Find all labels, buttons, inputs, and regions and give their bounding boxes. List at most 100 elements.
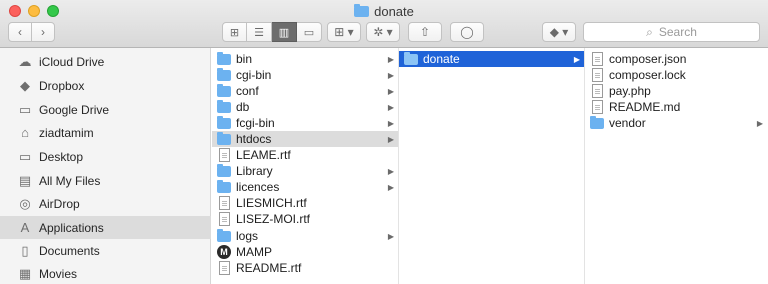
chevron-right-icon: ▶ bbox=[387, 182, 394, 192]
item-name: logs bbox=[236, 229, 259, 243]
airdrop-icon: ◎ bbox=[19, 195, 31, 211]
list-item-fcgi-bin[interactable]: fcgi-bin ▶ bbox=[212, 115, 398, 131]
sidebar-item-icloud-drive[interactable]: ☁ iCloud Drive bbox=[0, 50, 211, 73]
column-2: donate ▶ bbox=[399, 48, 585, 284]
share-button[interactable]: ⇧ bbox=[408, 22, 442, 42]
document-icon bbox=[219, 148, 230, 162]
sidebar-item-movies[interactable]: ▦ Movies bbox=[0, 262, 211, 284]
document-icon bbox=[592, 68, 603, 82]
all-files-icon: ▤ bbox=[18, 172, 32, 188]
item-name: composer.lock bbox=[609, 68, 686, 82]
sidebar-item-label: Google Drive bbox=[39, 102, 110, 117]
finder-window: donate ‹ › ⊞ ☰ ▥ ▭ ⊞ ▾ ✲ ▾ ⇧ ◯ ◆ ▾ ⌕ Sea… bbox=[0, 0, 768, 284]
document-icon bbox=[219, 196, 230, 210]
list-item-mamp[interactable]: M MAMP bbox=[212, 244, 398, 260]
list-item-logs[interactable]: logs ▶ bbox=[212, 228, 398, 244]
sidebar-item-applications[interactable]: A Applications bbox=[0, 216, 211, 239]
list-item-composer-json[interactable]: composer.json bbox=[585, 51, 768, 67]
item-name: cgi-bin bbox=[236, 68, 272, 82]
item-name: conf bbox=[236, 84, 259, 98]
dropbox-button[interactable]: ◆ ▾ bbox=[542, 22, 576, 42]
chevron-right-icon: ▶ bbox=[756, 118, 763, 128]
folder-icon bbox=[217, 115, 231, 129]
item-name: Library bbox=[236, 164, 273, 178]
document-icon bbox=[219, 212, 230, 226]
chevron-right-icon: ▶ bbox=[387, 118, 394, 128]
list-item-leame[interactable]: LEAME.rtf bbox=[212, 147, 398, 163]
sidebar-item-label: iCloud Drive bbox=[39, 54, 105, 69]
applications-icon: A bbox=[20, 220, 30, 235]
film-icon: ▦ bbox=[18, 265, 32, 281]
list-item-liesmich[interactable]: LIESMICH.rtf bbox=[212, 195, 398, 211]
tag-button[interactable]: ◯ bbox=[450, 22, 484, 42]
column-3: composer.json composer.lock pay.php READ… bbox=[585, 48, 768, 284]
folder-icon bbox=[590, 115, 604, 129]
item-name: MAMP bbox=[236, 245, 272, 259]
toolbar: donate ‹ › ⊞ ☰ ▥ ▭ ⊞ ▾ ✲ ▾ ⇧ ◯ ◆ ▾ ⌕ Sea… bbox=[0, 0, 768, 48]
list-item-conf[interactable]: conf ▶ bbox=[212, 83, 398, 99]
folder-icon bbox=[217, 51, 231, 65]
list-item-bin[interactable]: bin ▶ bbox=[212, 51, 398, 67]
list-item-composer-lock[interactable]: composer.lock bbox=[585, 67, 768, 83]
window-title-label: donate bbox=[374, 3, 414, 19]
column-view-button[interactable]: ▥ bbox=[272, 22, 297, 42]
column-1: bin ▶ cgi-bin ▶ conf ▶ db ▶ fcgi-bin ▶ h… bbox=[212, 48, 399, 284]
sidebar-item-desktop[interactable]: ▭ Desktop bbox=[0, 145, 211, 168]
sidebar-item-documents[interactable]: ▯ Documents bbox=[0, 239, 211, 262]
sidebar-item-label: AirDrop bbox=[39, 196, 80, 211]
sidebar-item-airdrop[interactable]: ◎ AirDrop bbox=[0, 192, 211, 215]
list-item-cgi-bin[interactable]: cgi-bin ▶ bbox=[212, 67, 398, 83]
sidebar-item-ziadtamim[interactable]: ⌂ ziadtamim bbox=[0, 121, 211, 144]
item-name: composer.json bbox=[609, 52, 687, 66]
item-name: pay.php bbox=[609, 84, 651, 98]
home-icon: ⌂ bbox=[21, 125, 29, 140]
item-name: vendor bbox=[609, 116, 646, 130]
item-name: LEAME.rtf bbox=[236, 148, 291, 162]
cover-flow-button[interactable]: ▭ bbox=[297, 22, 322, 42]
chevron-right-icon: ▶ bbox=[387, 86, 394, 96]
sidebar-item-label: Movies bbox=[39, 266, 78, 281]
item-name: README.rtf bbox=[236, 261, 302, 275]
arrange-button[interactable]: ⊞ ▾ bbox=[327, 22, 361, 42]
list-item-readme-rtf[interactable]: README.rtf bbox=[212, 260, 398, 276]
tag-icon: ◯ bbox=[460, 25, 474, 39]
document-icon: ▯ bbox=[21, 242, 29, 258]
item-name: LISEZ-MOI.rtf bbox=[236, 212, 311, 226]
document-icon bbox=[592, 100, 603, 114]
search-icon: ⌕ bbox=[646, 24, 653, 39]
share-icon: ⇧ bbox=[419, 25, 431, 39]
folder-icon bbox=[354, 3, 370, 17]
item-name: db bbox=[236, 100, 250, 114]
list-item-pay-php[interactable]: pay.php bbox=[585, 83, 768, 99]
list-item-lisez-moi[interactable]: LISEZ-MOI.rtf bbox=[212, 211, 398, 227]
document-icon bbox=[592, 52, 603, 66]
action-button[interactable]: ✲ ▾ bbox=[366, 22, 400, 42]
icon-view-button[interactable]: ⊞ bbox=[222, 22, 247, 42]
search-input[interactable]: ⌕ Search bbox=[583, 22, 760, 42]
list-item-htdocs[interactable]: htdocs ▶ bbox=[212, 131, 398, 147]
list-item-readme-md[interactable]: README.md bbox=[585, 99, 768, 115]
sidebar-item-label: ziadtamim bbox=[39, 125, 94, 140]
mamp-app-icon: M bbox=[217, 245, 231, 259]
list-view-button[interactable]: ☰ bbox=[247, 22, 272, 42]
list-item-vendor[interactable]: vendor ▶ bbox=[585, 115, 768, 131]
list-item-library[interactable]: Library ▶ bbox=[212, 163, 398, 179]
sidebar-item-all-my-files[interactable]: ▤ All My Files bbox=[0, 169, 211, 192]
chevron-left-icon: ‹ bbox=[18, 25, 22, 39]
chevron-right-icon: ▶ bbox=[387, 54, 394, 64]
sidebar-item-google-drive[interactable]: ▭ Google Drive bbox=[0, 98, 211, 121]
chevron-right-icon: ▶ bbox=[573, 54, 580, 64]
view-mode-switcher: ⊞ ☰ ▥ ▭ bbox=[222, 22, 322, 42]
list-item-licences[interactable]: licences ▶ bbox=[212, 179, 398, 195]
search-placeholder: Search bbox=[658, 25, 697, 39]
forward-button[interactable]: › bbox=[31, 22, 55, 42]
folder-icon: ▭ bbox=[18, 101, 32, 117]
sidebar-item-dropbox[interactable]: ◆ Dropbox bbox=[0, 74, 211, 97]
back-button[interactable]: ‹ bbox=[8, 22, 32, 42]
window-title: donate bbox=[0, 2, 768, 20]
folder-icon bbox=[217, 67, 231, 81]
list-item-db[interactable]: db ▶ bbox=[212, 99, 398, 115]
cloud-icon: ☁ bbox=[18, 53, 32, 69]
list-item-donate[interactable]: donate ▶ bbox=[399, 51, 584, 67]
grid-icon: ⊞ bbox=[229, 26, 240, 39]
